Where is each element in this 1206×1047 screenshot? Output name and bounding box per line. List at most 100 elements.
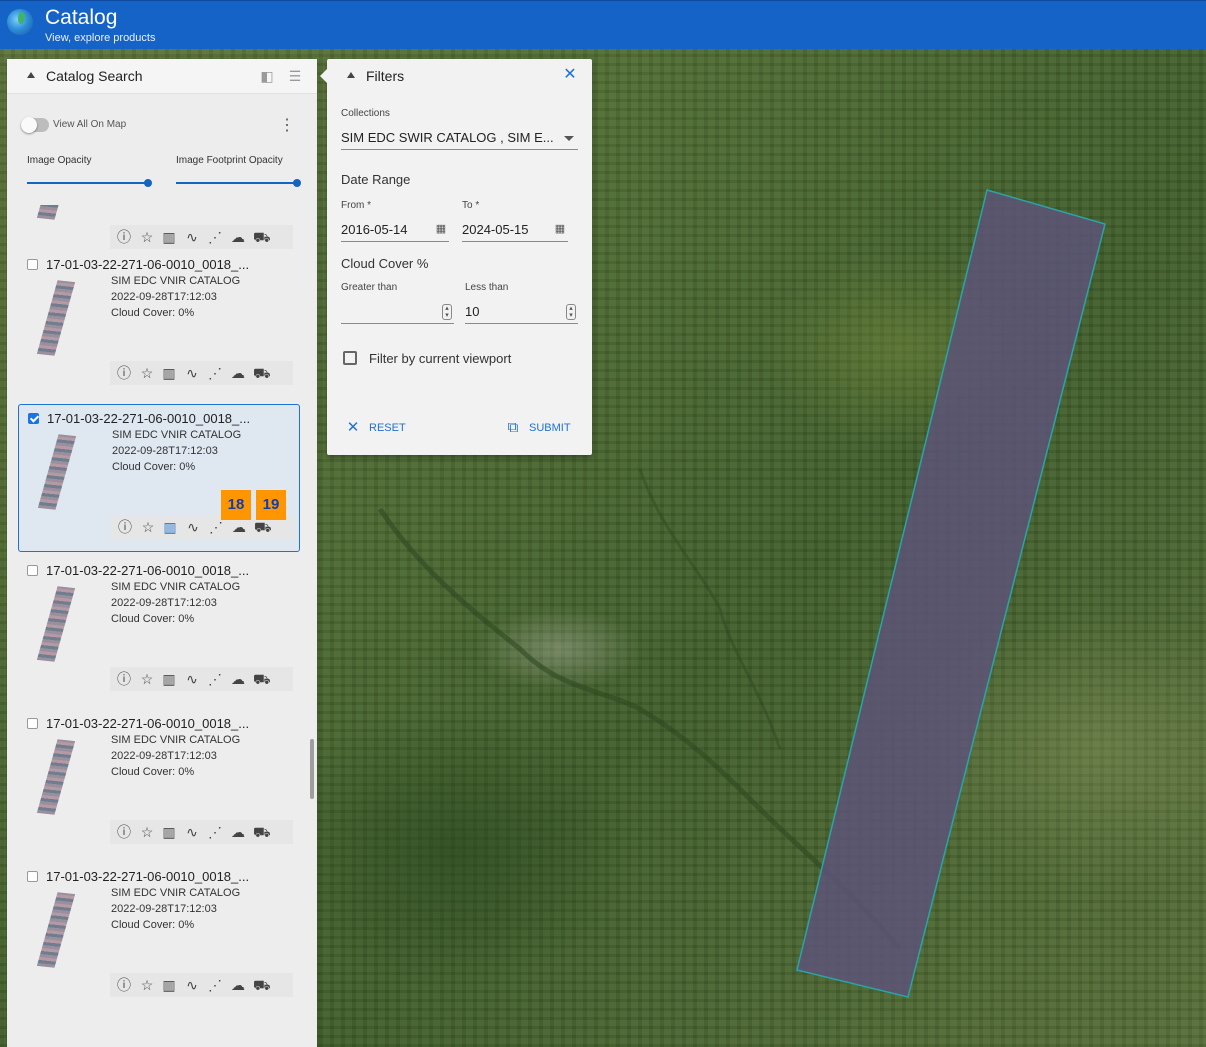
cart-icon[interactable]: ⛟ <box>253 365 271 381</box>
cart-icon[interactable]: ⛟ <box>253 824 271 840</box>
star-icon[interactable]: ☆ <box>139 671 155 687</box>
cloud-cover-label: Cloud Cover % <box>341 256 429 271</box>
spectral-icon[interactable]: ⋰ <box>207 824 223 840</box>
slider-thumb[interactable] <box>293 179 301 187</box>
trend-icon[interactable]: ∿ <box>184 229 200 245</box>
star-icon[interactable]: ☆ <box>139 977 155 993</box>
collapse-arrow-icon[interactable] <box>27 72 35 78</box>
submit-button[interactable]: ⧉ SUBMIT <box>505 419 571 437</box>
results-scrollbar[interactable] <box>310 739 314 799</box>
map-icon[interactable]: ▥ <box>161 824 177 840</box>
results-list[interactable]: ⓘ ☆ ▥ ∿ ⋰ ☁ ⛟ 17-01-03-22-271-06-0010_0018_... S… <box>7 205 317 1047</box>
cloud-download-icon[interactable]: ☁ <box>230 229 246 245</box>
info-icon[interactable]: ⓘ <box>116 824 132 840</box>
filters-header: Filters ✕ <box>327 59 592 93</box>
trend-icon[interactable]: ∿ <box>184 977 200 993</box>
from-label: From * <box>341 200 371 211</box>
select-checkbox[interactable] <box>27 259 38 270</box>
info-icon[interactable]: ⓘ <box>116 229 132 245</box>
cart-icon[interactable]: ⛟ <box>253 977 271 993</box>
cart-icon[interactable]: ⛟ <box>253 229 271 245</box>
map-icon[interactable]: ▥ <box>161 365 177 381</box>
list-item[interactable]: 17-01-03-22-271-06-0010_0018_... SIM EDC … <box>18 251 300 399</box>
cloud-download-icon[interactable]: ☁ <box>230 365 246 381</box>
cloud-download-icon[interactable]: ☁ <box>230 824 246 840</box>
cloud-download-icon[interactable]: ☁ <box>230 671 246 687</box>
catalog-panel-title: Catalog Search <box>46 68 143 84</box>
image-footprint[interactable] <box>796 189 1106 998</box>
greater-than-input[interactable]: ▴ ▾ <box>341 301 454 324</box>
greater-than-label: Greater than <box>341 282 398 293</box>
select-checkbox[interactable] <box>27 718 38 729</box>
number-spinner-icon[interactable]: ▴ ▾ <box>566 304 576 320</box>
map-icon[interactable]: ▥ <box>161 229 177 245</box>
spectral-icon[interactable]: ⋰ <box>207 229 223 245</box>
number-spinner-icon[interactable]: ▴ ▾ <box>442 304 452 320</box>
spectral-icon[interactable]: ⋰ <box>208 519 224 535</box>
close-icon[interactable]: ✕ <box>562 67 578 83</box>
chevron-down-icon[interactable] <box>564 136 574 141</box>
close-icon: ✕ <box>346 419 360 437</box>
select-checkbox[interactable] <box>27 871 38 882</box>
result-name: 17-01-03-22-271-06-0010_0018_... <box>46 563 250 578</box>
spectral-icon[interactable]: ⋰ <box>207 365 223 381</box>
star-icon[interactable]: ☆ <box>140 519 156 535</box>
select-checkbox[interactable] <box>28 413 39 424</box>
spectral-icon[interactable]: ⋰ <box>207 977 223 993</box>
result-thumbnail[interactable] <box>37 434 77 510</box>
result-actions: ⓘ ☆ ▥ ∿ ⋰ ☁ ⛟ <box>110 973 293 997</box>
star-icon[interactable]: ☆ <box>139 229 155 245</box>
list-item[interactable]: 17-01-03-22-271-06-0010_0018_... SIM EDC … <box>18 863 300 1011</box>
map-icon[interactable]: ▥ <box>162 519 178 535</box>
trend-icon[interactable]: ∿ <box>184 671 200 687</box>
filters-panel: Filters ✕ Collections SIM EDC SWIR CATAL… <box>320 59 592 455</box>
reset-button[interactable]: ✕ RESET <box>345 419 406 437</box>
river-branch <box>638 468 782 750</box>
image-opacity-slider[interactable] <box>27 179 152 187</box>
info-icon[interactable]: ⓘ <box>116 671 132 687</box>
more-options-icon[interactable]: ⋮ <box>279 117 295 135</box>
trend-icon[interactable]: ∿ <box>185 519 201 535</box>
star-icon[interactable]: ☆ <box>139 824 155 840</box>
to-date-field[interactable]: 2024-05-15 ▦ <box>462 219 568 242</box>
info-icon[interactable]: ⓘ <box>116 977 132 993</box>
view-all-toggle[interactable] <box>21 117 49 133</box>
result-thumbnail[interactable] <box>36 586 76 662</box>
image-search-icon: ⧉ <box>507 419 519 437</box>
trend-icon[interactable]: ∿ <box>184 365 200 381</box>
cart-icon[interactable]: ⛟ <box>254 519 272 535</box>
result-thumbnail[interactable] <box>36 205 76 220</box>
info-icon[interactable]: ⓘ <box>117 519 133 535</box>
result-date: 2022-09-28T17:12:03 <box>111 597 217 609</box>
compare-icon[interactable]: ◧ <box>259 68 275 84</box>
calendar-icon[interactable]: ▦ <box>554 223 566 235</box>
select-checkbox[interactable] <box>27 565 38 576</box>
cloud-download-icon[interactable]: ☁ <box>231 519 247 535</box>
map-icon[interactable]: ▥ <box>161 671 177 687</box>
filter-settings-icon[interactable]: ☰ <box>287 68 303 84</box>
cart-icon[interactable]: ⛟ <box>253 671 271 687</box>
list-item[interactable]: 17-01-03-22-271-06-0010_0018_... SIM EDC … <box>18 404 300 552</box>
result-thumbnail[interactable] <box>36 892 76 968</box>
collections-select[interactable]: SIM EDC SWIR CATALOG , SIM E... <box>341 127 578 150</box>
less-than-input[interactable]: 10 ▴ ▾ <box>465 301 578 324</box>
list-item[interactable]: 17-01-03-22-271-06-0010_0018_... SIM EDC … <box>18 557 300 705</box>
from-date-value: 2016-05-14 <box>341 222 408 237</box>
star-icon[interactable]: ☆ <box>139 365 155 381</box>
result-cloud: Cloud Cover: 0% <box>111 919 195 931</box>
slider-thumb[interactable] <box>144 179 152 187</box>
viewport-checkbox[interactable] <box>343 351 357 365</box>
result-thumbnail[interactable] <box>36 739 76 815</box>
calendar-icon[interactable]: ▦ <box>435 223 447 235</box>
footprint-opacity-slider[interactable] <box>176 179 301 187</box>
spectral-icon[interactable]: ⋰ <box>207 671 223 687</box>
trend-icon[interactable]: ∿ <box>184 824 200 840</box>
cloud-download-icon[interactable]: ☁ <box>230 977 246 993</box>
info-icon[interactable]: ⓘ <box>116 365 132 381</box>
from-date-field[interactable]: 2016-05-14 ▦ <box>341 219 449 242</box>
collapse-arrow-icon[interactable] <box>347 72 355 78</box>
result-thumbnail[interactable] <box>36 280 76 356</box>
list-item[interactable]: 17-01-03-22-271-06-0010_0018_... SIM EDC … <box>18 710 300 858</box>
catalog-panel-header[interactable]: Catalog Search ◧ ☰ <box>7 59 317 94</box>
map-icon[interactable]: ▥ <box>161 977 177 993</box>
